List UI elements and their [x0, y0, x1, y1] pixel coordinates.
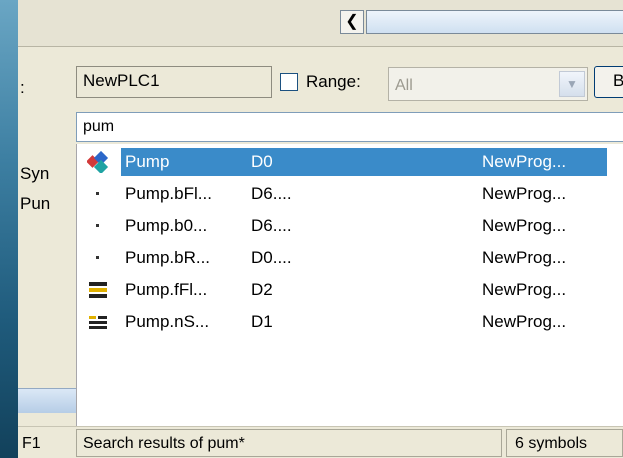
status-key-hint: F1 — [22, 435, 41, 452]
symbol-name: Pump.bFl... — [125, 184, 212, 203]
list-item[interactable]: Pump.b0... D6.... NewProg... — [77, 210, 623, 242]
range-dropdown-value: All — [395, 77, 413, 94]
plc-select[interactable]: NewPLC1 — [76, 66, 272, 98]
top-toolbar: ❮ — [18, 0, 623, 47]
browse-button[interactable]: B — [594, 66, 623, 98]
list-item[interactable]: Pump D0 NewProg... — [77, 146, 623, 178]
symbol-address: D0 — [251, 152, 273, 171]
bit-dot-icon — [87, 183, 109, 205]
symbol-scope: NewProg... — [482, 248, 567, 267]
symbol-scope: NewProg... — [482, 280, 567, 299]
symbol-name: Pump — [125, 152, 170, 171]
status-bar: F1 Search results of pum* 6 symbols — [18, 426, 623, 458]
symbol-scope: NewProg... — [482, 184, 567, 203]
background-tab-strip — [18, 388, 76, 413]
symbol-address: D6.... — [251, 184, 292, 203]
symbol-search-input[interactable] — [76, 112, 623, 142]
list-item[interactable]: Pump.fFl... D2 NewProg... — [77, 274, 623, 306]
colon-label: : — [20, 78, 25, 97]
float-stack-icon — [87, 279, 109, 301]
search-results-list[interactable]: Pump D0 NewProg... Pump.bFl... D6.... NewProg… — [76, 144, 623, 426]
chevron-down-icon[interactable]: ▼ — [559, 71, 585, 97]
range-dropdown[interactable]: All ▼ — [388, 67, 588, 101]
bit-dot-icon — [87, 247, 109, 269]
scroll-left-button[interactable]: ❮ — [340, 10, 364, 34]
symbol-scope: NewProg... — [482, 216, 567, 235]
symbol-browser-panel: ❮ : Syn Pun NewPLC1 Range: All ▼ B Pump D… — [18, 0, 623, 458]
range-checkbox[interactable] — [280, 73, 298, 91]
symbol-name: Pump.bR... — [125, 248, 211, 267]
list-item[interactable]: Pump.bFl... D6.... NewProg... — [77, 178, 623, 210]
range-label: Range: — [306, 72, 361, 91]
symbol-column-value: Pun — [20, 194, 51, 213]
symbol-address: D1 — [251, 312, 273, 331]
symbol-name: Pump.nS... — [125, 312, 210, 331]
list-item[interactable]: Pump.nS... D1 NewProg... — [77, 306, 623, 338]
symbol-address: D6.... — [251, 216, 292, 235]
symbol-address: D2 — [251, 280, 273, 299]
status-symbol-count: 6 symbols — [506, 429, 623, 457]
symbol-name: Pump.b0... — [125, 216, 208, 235]
program-blocks-icon — [86, 150, 109, 175]
symbol-name: Pump.fFl... — [125, 280, 208, 299]
list-item[interactable]: Pump.bR... D0.... NewProg... — [77, 242, 623, 274]
integer-icon — [87, 311, 109, 333]
symbol-column-header: Syn — [20, 164, 50, 183]
chevron-left-icon: ❮ — [345, 13, 359, 30]
status-message: Search results of pum* — [76, 429, 502, 457]
bit-dot-icon — [87, 215, 109, 237]
symbol-scope: NewProg... — [482, 152, 567, 171]
symbol-address: D0.... — [251, 248, 292, 267]
desktop-background — [0, 0, 18, 458]
horizontal-scrollbar-track[interactable] — [366, 10, 623, 34]
symbol-scope: NewProg... — [482, 312, 567, 331]
